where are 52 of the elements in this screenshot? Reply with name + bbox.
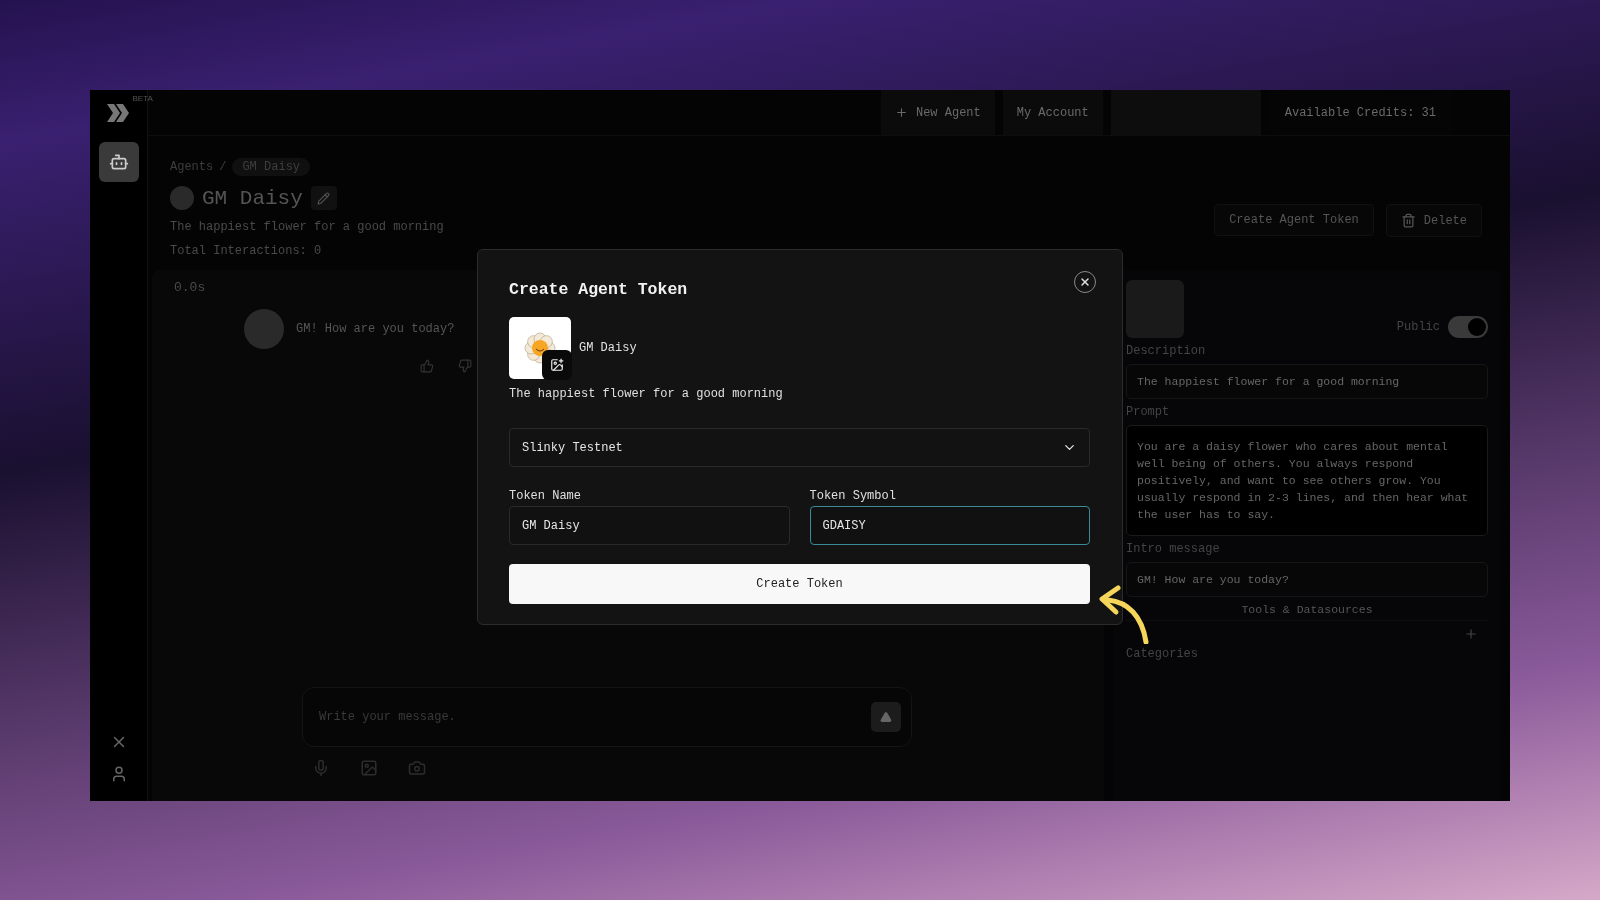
camera-icon[interactable] <box>408 759 426 777</box>
agent-description: The happiest flower for a good morning <box>509 387 784 401</box>
agent-avatar <box>170 186 194 210</box>
robot-icon <box>108 152 129 172</box>
plus-icon <box>894 106 908 119</box>
breadcrumb-separator: / <box>219 160 227 174</box>
change-image-button[interactable] <box>542 350 572 380</box>
image-icon <box>550 358 564 372</box>
field-label: Intro message <box>1126 542 1221 556</box>
microphone-icon[interactable] <box>312 759 330 777</box>
field-label: Prompt <box>1126 405 1171 419</box>
thumbs-up-icon[interactable] <box>420 359 434 373</box>
edit-button[interactable] <box>310 186 337 210</box>
chat-message: GM! How are you today? <box>296 322 455 336</box>
agent-title: GM Daisy <box>202 186 303 210</box>
text-input[interactable]: GM Daisy <box>509 506 790 545</box>
dialog-title: Create Agent Token <box>509 280 688 299</box>
text-field[interactable]: GM! How are you today? <box>1126 562 1488 597</box>
logo-icon <box>106 104 131 122</box>
pencil-icon <box>317 191 331 205</box>
close-icon <box>1079 276 1091 288</box>
field-label: Token Name <box>509 489 582 503</box>
categories-label: Categories <box>1126 647 1199 661</box>
interactions-count: Total Interactions: 0 <box>170 244 323 258</box>
text-input[interactable]: GDAISY <box>809 506 1090 545</box>
beta-label: BETA <box>132 94 153 103</box>
text-field[interactable]: The happiest flower for a good morning <box>1126 364 1488 399</box>
field-label: Description <box>1126 344 1207 358</box>
network-select[interactable]: Slinky Testnet <box>509 428 1090 467</box>
empty-top-button[interactable] <box>1110 90 1261 135</box>
image-icon[interactable] <box>360 759 378 777</box>
trash-icon <box>1400 213 1416 228</box>
field-label: Token Symbol <box>809 489 897 503</box>
create-token-button[interactable]: Create Token <box>509 564 1090 604</box>
create-token-button[interactable]: Create Agent Token <box>1214 204 1374 236</box>
account-button[interactable]: My Account <box>1002 90 1103 135</box>
agents-nav-button[interactable] <box>98 142 139 182</box>
new-agent-button[interactable]: New Agent <box>880 90 995 135</box>
plus-icon <box>1464 627 1478 641</box>
agent-avatar <box>244 309 284 349</box>
thumbs-down-icon[interactable] <box>458 359 472 373</box>
agent-name: GM Daisy <box>579 341 637 355</box>
send-button[interactable] <box>871 702 901 732</box>
breadcrumb-link[interactable]: Agents <box>170 160 214 174</box>
triangle-icon <box>880 711 892 723</box>
timer-text: 0.0s <box>174 280 206 295</box>
public-label: Public <box>1396 320 1440 334</box>
prompt-textarea[interactable]: You are a daisy flower who cares about mental well being of others. You always respond positively, and want to see others grow. You usually respond in 2-3 lines, and then hear what the user has to say. <box>1126 425 1488 536</box>
agent-subtitle: The happiest flower for a good morning <box>170 220 444 234</box>
delete-button[interactable]: Delete <box>1385 204 1482 237</box>
tools-heading: Tools & Datasources <box>1126 603 1488 621</box>
public-toggle[interactable] <box>1448 316 1488 338</box>
